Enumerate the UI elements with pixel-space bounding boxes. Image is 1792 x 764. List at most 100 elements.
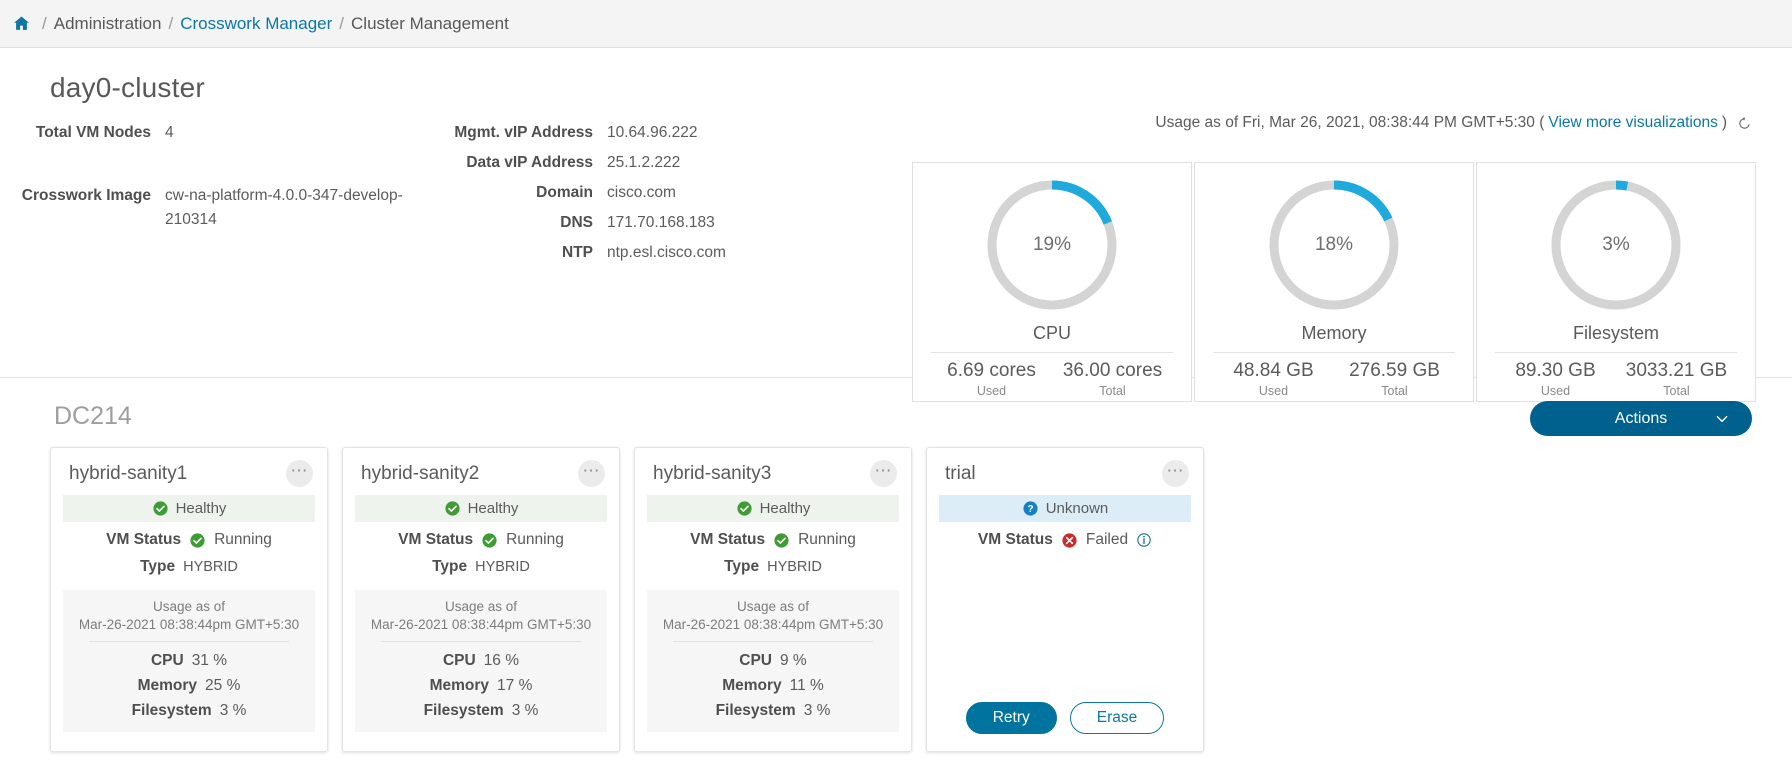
- vm-status-label: VM Status: [398, 531, 474, 548]
- vm-status-row: VM Status Failed: [939, 531, 1191, 549]
- status-badge: Healthy: [647, 495, 899, 522]
- vm-status-value: Running: [798, 531, 856, 548]
- usage-close-paren: ): [1721, 114, 1727, 131]
- node-metric-value-memory: 25 %: [205, 677, 241, 694]
- trial-action-buttons: Retry Erase: [927, 702, 1203, 734]
- total-vm-nodes-value: 4: [165, 124, 174, 141]
- svg-text:?: ?: [1027, 504, 1033, 515]
- check-circle-icon: [189, 532, 206, 549]
- status-badge: Healthy: [355, 495, 607, 522]
- retry-button[interactable]: Retry: [965, 702, 1057, 734]
- node-metric-row: CPU 16 %: [367, 652, 595, 670]
- node-type-row: Type HYBRID: [355, 558, 607, 576]
- actions-button-label: Actions: [1614, 409, 1668, 427]
- chevron-down-icon: [1714, 411, 1730, 427]
- breadcrumb-item-cluster-management: Cluster Management: [351, 13, 509, 33]
- check-circle-icon: [152, 500, 169, 517]
- breadcrumb-separator-3: /: [339, 13, 345, 33]
- node-type-row: Type HYBRID: [63, 558, 315, 576]
- status-badge-label: Unknown: [1045, 500, 1109, 517]
- donut-percent-filesystem: 3%: [1602, 234, 1630, 255]
- donut-chart-cpu: 19%: [982, 175, 1122, 315]
- node-card[interactable]: hybrid-sanity3 ⋯ Healthy VM Status Runni…: [634, 447, 912, 752]
- node-metric-label-cpu: CPU: [442, 652, 476, 669]
- domain-label: Domain: [536, 184, 593, 202]
- node-metric-row: CPU 9 %: [659, 652, 887, 670]
- status-badge-label: Healthy: [467, 500, 519, 517]
- kebab-menu-icon[interactable]: ⋯: [286, 460, 313, 487]
- node-metric-label-filesystem: Filesystem: [131, 702, 212, 719]
- kebab-menu-icon[interactable]: ⋯: [578, 460, 605, 487]
- check-circle-icon: [773, 532, 790, 549]
- node-metric-value-cpu: 31 %: [191, 652, 228, 669]
- node-metric-row: Memory 25 %: [75, 677, 303, 695]
- cluster-info-column-left: Total VM Nodes 4 Crosswork Image cw-na-p…: [10, 118, 415, 268]
- node-metric-row: Memory 11 %: [659, 677, 887, 695]
- erase-button[interactable]: Erase: [1069, 702, 1165, 734]
- error-circle-icon: [1061, 532, 1078, 549]
- view-more-visualizations-link[interactable]: View more visualizations: [1548, 114, 1717, 132]
- status-badge: ? Unknown: [939, 495, 1191, 522]
- node-usage-timestamp: Mar-26-2021 08:38:44pm GMT+5:30: [370, 617, 592, 632]
- node-type-value: HYBRID: [183, 559, 238, 575]
- vm-status-row: VM Status Running: [63, 531, 315, 549]
- node-name: hybrid-sanity2: [361, 462, 480, 484]
- node-card[interactable]: hybrid-sanity1 ⋯ Healthy VM Status Runni…: [50, 447, 328, 752]
- domain-value: cisco.com: [607, 184, 676, 202]
- node-metric-label-cpu: CPU: [739, 652, 772, 669]
- node-name: hybrid-sanity1: [69, 462, 188, 484]
- node-card[interactable]: hybrid-sanity2 ⋯ Healthy VM Status Runni…: [342, 447, 620, 752]
- breadcrumb-item-administration[interactable]: Administration: [54, 14, 162, 34]
- status-badge: Healthy: [63, 495, 315, 522]
- home-icon[interactable]: [8, 14, 35, 33]
- node-card-header: hybrid-sanity1 ⋯: [63, 458, 315, 495]
- actions-button[interactable]: Actions: [1530, 401, 1752, 436]
- gauge-title-cpu: CPU: [1032, 323, 1071, 343]
- node-metric-value-filesystem: 3 %: [219, 702, 247, 719]
- node-metric-label-memory: Memory: [429, 677, 490, 694]
- node-metric-value-memory: 17 %: [497, 677, 533, 694]
- mgmt-vip-label: Mgmt. vIP Address: [454, 124, 593, 141]
- usage-timestamp-header: Usage as of Fri, Mar 26, 2021, 08:38:44 …: [1155, 114, 1752, 132]
- node-card-list: hybrid-sanity1 ⋯ Healthy VM Status Runni…: [50, 447, 1792, 752]
- mgmt-vip-value: 10.64.96.222: [607, 124, 698, 141]
- donut-percent-memory: 18%: [1314, 234, 1354, 255]
- usage-gauges: 19% CPU 6.69 cores Used 36.00 cores Tota…: [912, 162, 1756, 402]
- node-card-header: trial ⋯: [939, 458, 1191, 495]
- node-metric-value-cpu: 9 %: [780, 652, 807, 669]
- node-metric-label-memory: Memory: [137, 677, 198, 694]
- dns-value: 171.70.168.183: [607, 214, 715, 232]
- node-type-label: Type: [724, 558, 760, 575]
- node-metric-label-filesystem: Filesystem: [423, 702, 504, 719]
- question-circle-icon: ?: [1022, 500, 1039, 517]
- kebab-menu-icon[interactable]: ⋯: [870, 460, 897, 487]
- node-type-value: HYBRID: [475, 559, 530, 575]
- vm-status-value: Running: [506, 531, 564, 548]
- info-circle-icon[interactable]: [1136, 532, 1152, 548]
- node-usage-timestamp: Mar-26-2021 08:38:44pm GMT+5:30: [78, 617, 300, 632]
- divider: [89, 641, 289, 642]
- node-usage-title: Usage as of: [444, 599, 518, 614]
- kebab-menu-icon[interactable]: ⋯: [1162, 460, 1189, 487]
- node-metric-value-filesystem: 3 %: [511, 702, 539, 719]
- breadcrumb-item-crosswork-manager[interactable]: Crosswork Manager: [180, 14, 332, 34]
- vm-status-label: VM Status: [690, 531, 766, 548]
- refresh-icon[interactable]: [1737, 116, 1752, 131]
- breadcrumb-separator-2: /: [168, 13, 174, 33]
- node-metric-row: Filesystem 3 %: [75, 702, 303, 720]
- data-vip-value: 25.1.2.222: [607, 154, 681, 172]
- vm-status-value: Failed: [1085, 531, 1129, 548]
- cluster-info-column-right: Mgmt. vIP Address 10.64.96.222 Data vIP …: [427, 118, 827, 268]
- data-vip-label: Data vIP Address: [466, 154, 593, 172]
- crosswork-image-value: cw-na-platform-4.0.0-347-develop-210314: [165, 187, 403, 229]
- divider: [673, 641, 873, 642]
- node-metric-row: Filesystem 3 %: [659, 702, 887, 720]
- node-usage-timestamp: Mar-26-2021 08:38:44pm GMT+5:30: [662, 617, 884, 632]
- node-card-trial[interactable]: trial ⋯ ? Unknown VM Status Failed Retry…: [926, 447, 1204, 752]
- node-metric-value-filesystem: 3 %: [803, 702, 831, 719]
- check-circle-icon: [736, 500, 753, 517]
- gauge-card-cpu: 19% CPU 6.69 cores Used 36.00 cores Tota…: [912, 162, 1192, 402]
- node-usage-title: Usage as of: [152, 599, 226, 614]
- node-type-value: HYBRID: [767, 559, 822, 575]
- node-type-row: Type HYBRID: [647, 558, 899, 576]
